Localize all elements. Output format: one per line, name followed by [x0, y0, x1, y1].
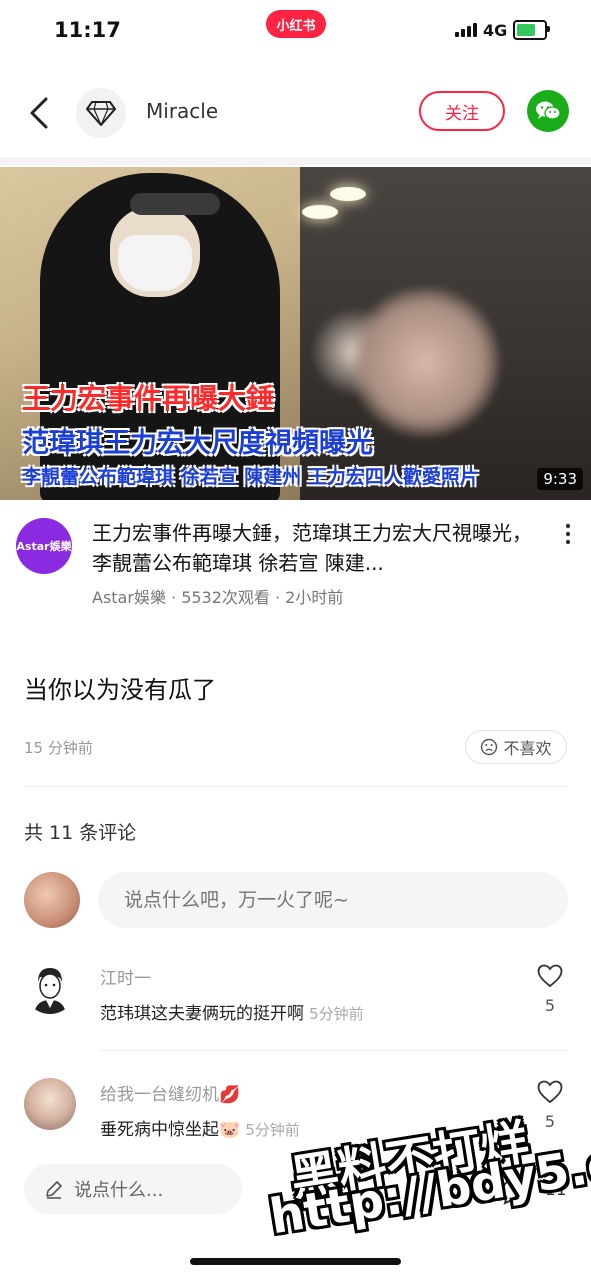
- wechat-icon: [536, 101, 561, 120]
- status-indicators: 4G: [455, 20, 551, 40]
- heart-icon[interactable]: [537, 1080, 563, 1104]
- header-divider: [0, 157, 591, 165]
- comment-body: 垂死病中惊坐起🐷 5分钟前: [100, 1115, 300, 1140]
- video-caption-2: 范瑋琪王力宏大尺度視頻曝光: [22, 428, 373, 459]
- heart-icon[interactable]: [537, 964, 563, 988]
- network-type: 4G: [483, 20, 508, 40]
- comment-body: 范玮琪这夫妻俩玩的挺开啊 5分钟前: [100, 999, 364, 1024]
- my-avatar: [24, 872, 80, 928]
- battery-level: [517, 24, 536, 36]
- dislike-button[interactable]: 不喜欢: [465, 730, 567, 764]
- video-duration: 9:33: [537, 468, 583, 490]
- note-text: 当你以为没有瓜了: [24, 676, 216, 704]
- app-badge: 小红书: [266, 10, 326, 38]
- sad-face-icon: [481, 738, 498, 756]
- comment-author-row[interactable]: 给我一台缝纫机💋: [100, 1080, 240, 1105]
- divider: [100, 1050, 567, 1051]
- comment-author[interactable]: 江时一: [100, 964, 151, 989]
- say-something-button[interactable]: 说点什么...: [24, 1164, 242, 1214]
- wechat-share-button[interactable]: [527, 90, 569, 132]
- like-count: 5: [544, 1112, 556, 1131]
- comment-count: 共 11 条评论: [24, 822, 137, 844]
- cartoon-man-icon: [24, 962, 76, 1014]
- video-caption-1: 王力宏事件再曝大錘: [22, 382, 275, 415]
- comment-time: 5分钟前: [309, 1005, 364, 1023]
- status-time: 11:17: [54, 18, 121, 42]
- comment-text: 范玮琪这夫妻俩玩的挺开啊: [100, 1004, 304, 1024]
- video-player[interactable]: 王力宏事件再曝大錘 范瑋琪王力宏大尺度視頻曝光 李靚蕾公布範瑋琪 徐若宣 陳建州…: [0, 167, 591, 500]
- dislike-label: 不喜欢: [503, 739, 552, 758]
- follow-button[interactable]: 关注: [419, 91, 505, 131]
- comment-avatar[interactable]: [24, 1078, 76, 1130]
- comment-text: 垂死病中惊坐起: [100, 1120, 219, 1140]
- pig-emoji: 🐷: [219, 1120, 241, 1140]
- pencil-icon: [46, 1181, 62, 1199]
- author-name[interactable]: Miracle: [146, 99, 218, 123]
- comment-input[interactable]: [98, 872, 568, 928]
- video-title[interactable]: 王力宏事件再曝大錘，范瑋琪王力宏大尺視曝光，李靚蕾公布範瑋琪 徐若宣 陳建...: [92, 518, 542, 578]
- back-icon[interactable]: [26, 96, 52, 130]
- like-count: 5: [544, 996, 556, 1015]
- channel-avatar[interactable]: Astar娛樂: [16, 518, 72, 574]
- diamond-icon: [86, 101, 116, 126]
- comment-time: 5分钟前: [245, 1121, 300, 1139]
- note-time: 15 分钟前: [24, 739, 93, 757]
- say-something-label: 说点什么...: [74, 1180, 164, 1201]
- lips-emoji: 💋: [219, 1085, 241, 1105]
- author-avatar[interactable]: [76, 88, 126, 138]
- divider: [24, 786, 567, 787]
- comment-author: 给我一台缝纫机: [100, 1085, 219, 1105]
- signal-icon: [455, 23, 477, 37]
- home-indicator[interactable]: [190, 1258, 401, 1265]
- battery-icon: [513, 20, 551, 40]
- video-meta: Astar娛樂 · 5532次观看 · 2小时前: [92, 588, 344, 607]
- comment-avatar[interactable]: [24, 962, 76, 1014]
- more-options-icon[interactable]: [562, 522, 574, 546]
- video-caption-3: 李靚蕾公布範瑋琪 徐若宣 陳建州 王力宏四人歡愛照片: [22, 466, 479, 488]
